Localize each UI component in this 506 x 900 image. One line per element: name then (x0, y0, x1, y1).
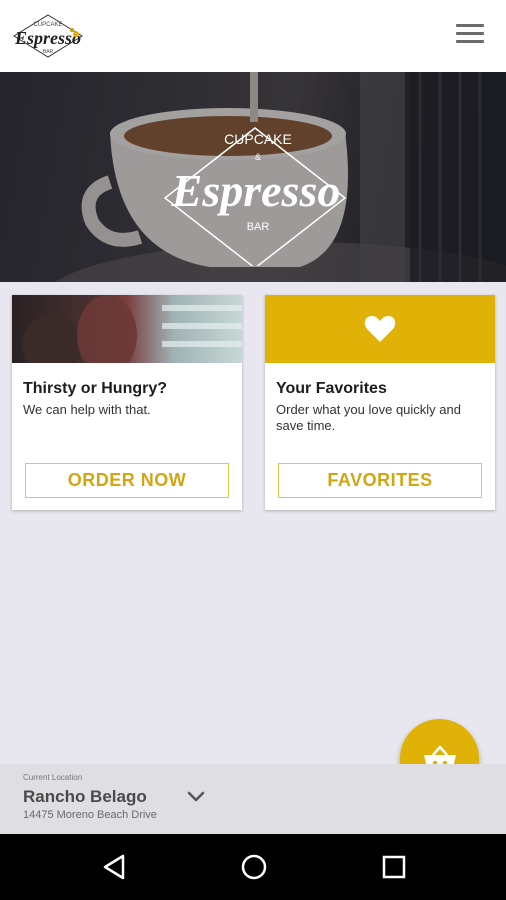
location-address: 14475 Moreno Beach Drive (23, 809, 157, 821)
hamburger-menu-icon[interactable] (456, 24, 484, 48)
favorites-card-subtitle: Order what you love quickly and save tim… (276, 402, 461, 433)
order-card-subtitle: We can help with that. (23, 402, 151, 417)
heart-icon (364, 315, 396, 342)
location-selector[interactable]: Current Location Rancho Belago 14475 Mor… (0, 764, 506, 834)
hero-banner: CUPCAKE & Espresso BAR (0, 72, 506, 282)
order-card-photo (12, 295, 242, 363)
logo-icon: CUPCAKE Espresso BAR (13, 14, 83, 58)
favorites-card: Your Favorites Order what you love quick… (265, 295, 495, 510)
location-caption: Current Location (23, 773, 83, 782)
favorites-button[interactable]: FAVORITES (278, 463, 482, 498)
hero-logo: CUPCAKE & Espresso BAR (163, 127, 347, 266)
order-now-button[interactable]: ORDER NOW (25, 463, 229, 498)
system-nav-bar (0, 834, 506, 900)
order-card-title: Thirsty or Hungry? (23, 380, 168, 397)
order-card: Thirsty or Hungry? We can help with that… (12, 295, 242, 510)
svg-text:CUPCAKE: CUPCAKE (224, 131, 292, 147)
favorites-card-title: Your Favorites (276, 380, 387, 397)
brand-logo[interactable]: CUPCAKE Espresso BAR (10, 12, 86, 60)
app-header: CUPCAKE Espresso BAR (0, 0, 506, 72)
back-triangle-icon[interactable] (99, 851, 131, 883)
svg-text:BAR: BAR (247, 221, 270, 233)
recents-square-icon[interactable] (378, 851, 410, 883)
svg-text:Espresso: Espresso (171, 165, 341, 216)
home-circle-icon[interactable] (238, 851, 270, 883)
favorites-card-header (265, 295, 495, 363)
chevron-down-icon[interactable] (186, 786, 206, 806)
svg-text:BAR: BAR (43, 49, 54, 55)
svg-text:&: & (255, 152, 261, 162)
location-name: Rancho Belago (23, 787, 147, 806)
